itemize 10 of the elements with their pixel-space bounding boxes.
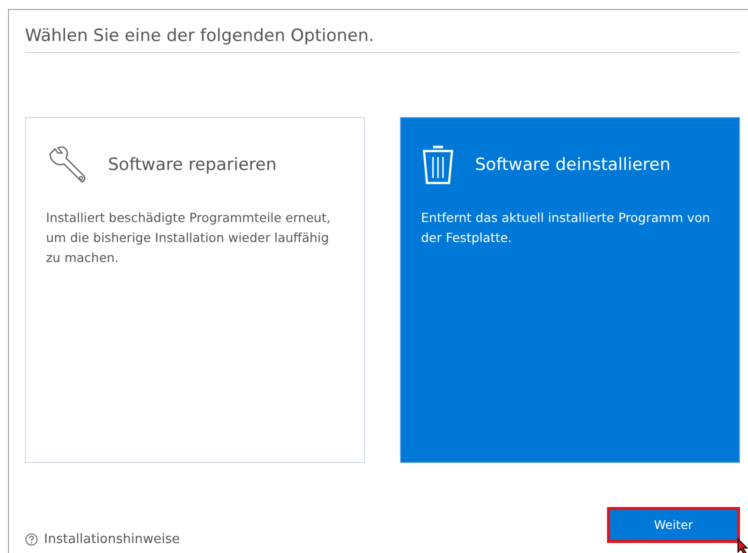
option-description: Entfernt das aktuell installierte Programm von der Festplatte.	[421, 209, 712, 247]
option-title: Software reparieren	[108, 155, 277, 175]
option-card[interactable]: Software deinstallieren Entfernt das aktuell installierte Programm von der Festplatte.	[400, 117, 740, 463]
trash-icon	[421, 144, 455, 186]
option-title: Software deinstallieren	[475, 155, 671, 175]
cursor-icon	[737, 538, 748, 553]
help-icon	[25, 533, 38, 546]
option-card[interactable]: Software reparieren Installiert beschädigte Programmteile erneut, um die bisherige Installation wieder lauffähig zu machen.	[25, 117, 365, 463]
page-heading: Wählen Sie eine der folgenden Optionen.	[25, 10, 740, 53]
option-description: Installiert beschädigte Programmteile erneut, um die bisherige Installation wieder lauffähig zu machen.	[46, 209, 332, 267]
